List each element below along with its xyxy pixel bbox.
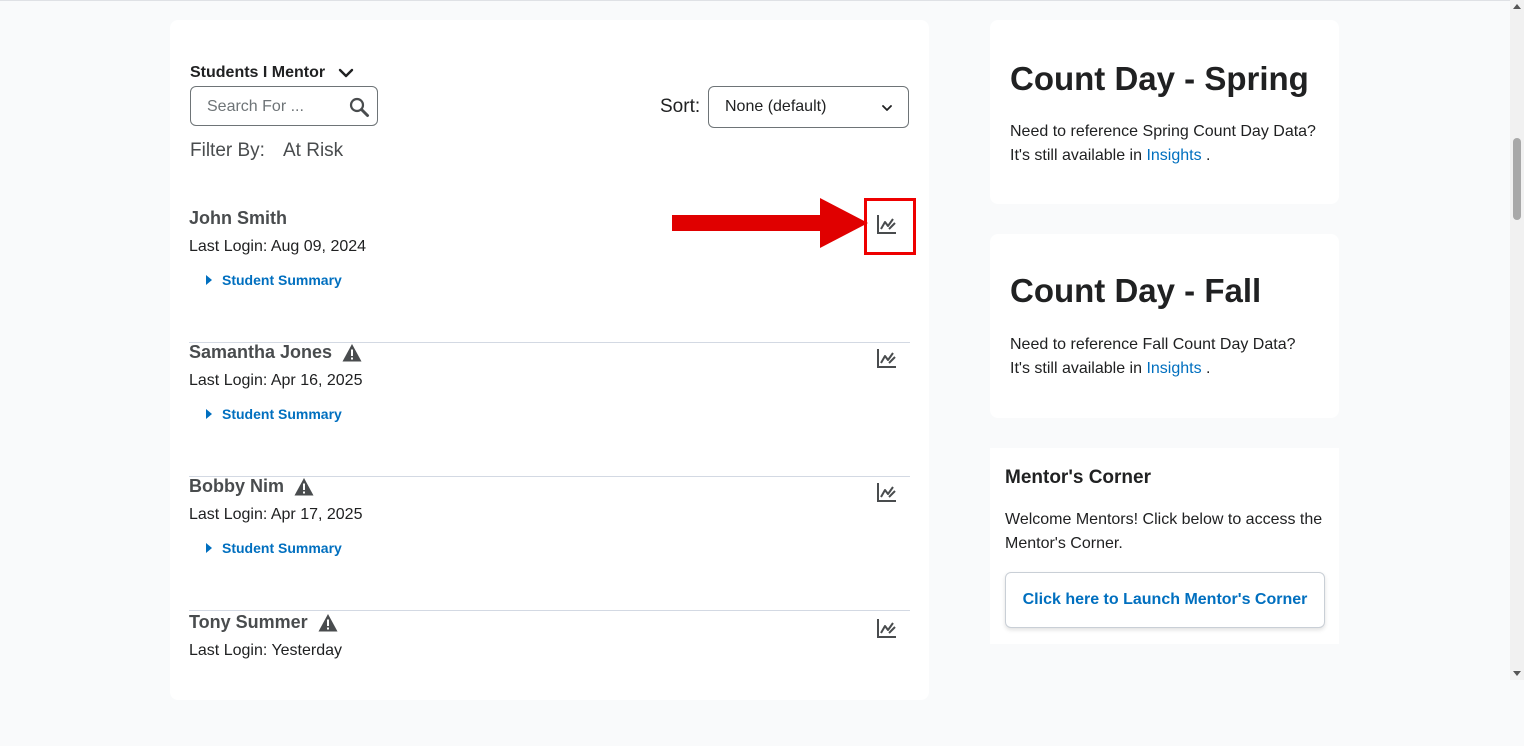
- student-name-text: Tony Summer: [189, 612, 308, 632]
- scrollbar-thumb[interactable]: [1513, 138, 1521, 220]
- last-login: Last Login: Apr 17, 2025: [189, 506, 363, 523]
- scroll-down-arrow-icon[interactable]: [1513, 671, 1521, 676]
- widget-header-toggle[interactable]: Students I Mentor: [190, 64, 355, 82]
- progress-chart-icon[interactable]: [876, 617, 898, 639]
- page-scrollbar[interactable]: [1510, 0, 1524, 680]
- card-desc-end: .: [1201, 147, 1211, 164]
- last-login: Last Login: Aug 09, 2024: [189, 238, 367, 255]
- card-description: Need to reference Fall Count Day Data? I…: [1010, 333, 1330, 381]
- caret-right-icon: [206, 275, 212, 285]
- sort-selected-value: None (default): [725, 98, 827, 115]
- student-summary-label: Student Summary: [222, 406, 342, 422]
- card-desc-line: It's still available in: [1010, 360, 1147, 377]
- students-widget: Students I Mentor Sort: None (default) F…: [170, 20, 929, 700]
- card-desc-line: Need to reference Fall Count Day Data?: [1010, 336, 1296, 353]
- launch-mentors-corner-button[interactable]: Click here to Launch Mentor's Corner: [1005, 572, 1325, 628]
- warning-icon: [294, 477, 314, 495]
- student-name-text: Bobby Nim: [189, 476, 285, 496]
- student-row: Tony Summer Last Login: Yesterday: [189, 612, 910, 746]
- student-name: Tony Summer: [189, 612, 338, 633]
- student-name-text: Samantha Jones: [189, 342, 333, 362]
- last-login: Last Login: Yesterday: [189, 642, 343, 659]
- card-desc-line: It's still available in: [1010, 147, 1147, 164]
- search-box: [190, 86, 378, 127]
- card-description: Welcome Mentors! Click below to access t…: [1005, 511, 1323, 552]
- student-summary-toggle[interactable]: Student Summary: [206, 540, 342, 556]
- mentors-corner-card: Mentor's Corner Welcome Mentors! Click b…: [990, 448, 1339, 644]
- sort-select[interactable]: None (default): [708, 86, 909, 128]
- annotation-highlight-box: [864, 198, 916, 255]
- filter-label: Filter By:: [190, 140, 265, 161]
- student-name-text: John Smith: [189, 208, 287, 228]
- search-input[interactable]: [205, 87, 349, 127]
- widget-title: Students I Mentor: [190, 64, 326, 81]
- card-title: Count Day - Spring: [1010, 60, 1309, 97]
- warning-icon: [318, 613, 338, 631]
- progress-chart-icon[interactable]: [876, 347, 898, 369]
- caret-right-icon: [206, 409, 212, 419]
- chevron-down-icon: [338, 68, 354, 78]
- insights-link[interactable]: Insights: [1146, 147, 1201, 164]
- card-desc-line: Need to reference Spring Count Day Data?: [1010, 123, 1316, 140]
- search-icon[interactable]: [348, 96, 370, 118]
- count-day-spring-card: Count Day - Spring Need to reference Spr…: [990, 20, 1339, 204]
- caret-right-icon: [206, 543, 212, 553]
- student-summary-label: Student Summary: [222, 272, 342, 288]
- chevron-down-icon: [882, 105, 892, 111]
- count-day-fall-card: Count Day - Fall Need to reference Fall …: [990, 234, 1339, 418]
- sort-label: Sort:: [660, 96, 701, 117]
- progress-chart-icon[interactable]: [876, 481, 898, 503]
- annotation-arrow: [672, 198, 868, 248]
- student-summary-toggle[interactable]: Student Summary: [206, 272, 342, 288]
- warning-icon: [342, 343, 362, 361]
- insights-link[interactable]: Insights: [1146, 360, 1201, 377]
- scroll-up-arrow-icon[interactable]: [1513, 4, 1521, 9]
- card-title: Count Day - Fall: [1010, 272, 1262, 309]
- student-summary-label: Student Summary: [222, 540, 342, 556]
- student-summary-toggle[interactable]: Student Summary: [206, 406, 342, 422]
- last-login: Last Login: Apr 16, 2025: [189, 372, 363, 389]
- student-row: Bobby Nim Last Login: Apr 17, 2025 Stude…: [189, 476, 910, 611]
- card-title: Mentor's Corner: [1005, 467, 1151, 488]
- student-name: Bobby Nim: [189, 476, 314, 497]
- student-row: Samantha Jones Last Login: Apr 16, 2025 …: [189, 342, 910, 477]
- filter-value[interactable]: At Risk: [283, 140, 343, 162]
- student-name: John Smith: [189, 208, 287, 229]
- card-desc-end: .: [1201, 360, 1211, 377]
- student-name: Samantha Jones: [189, 342, 362, 363]
- top-divider: [0, 0, 1510, 1]
- card-description: Need to reference Spring Count Day Data?…: [1010, 120, 1330, 168]
